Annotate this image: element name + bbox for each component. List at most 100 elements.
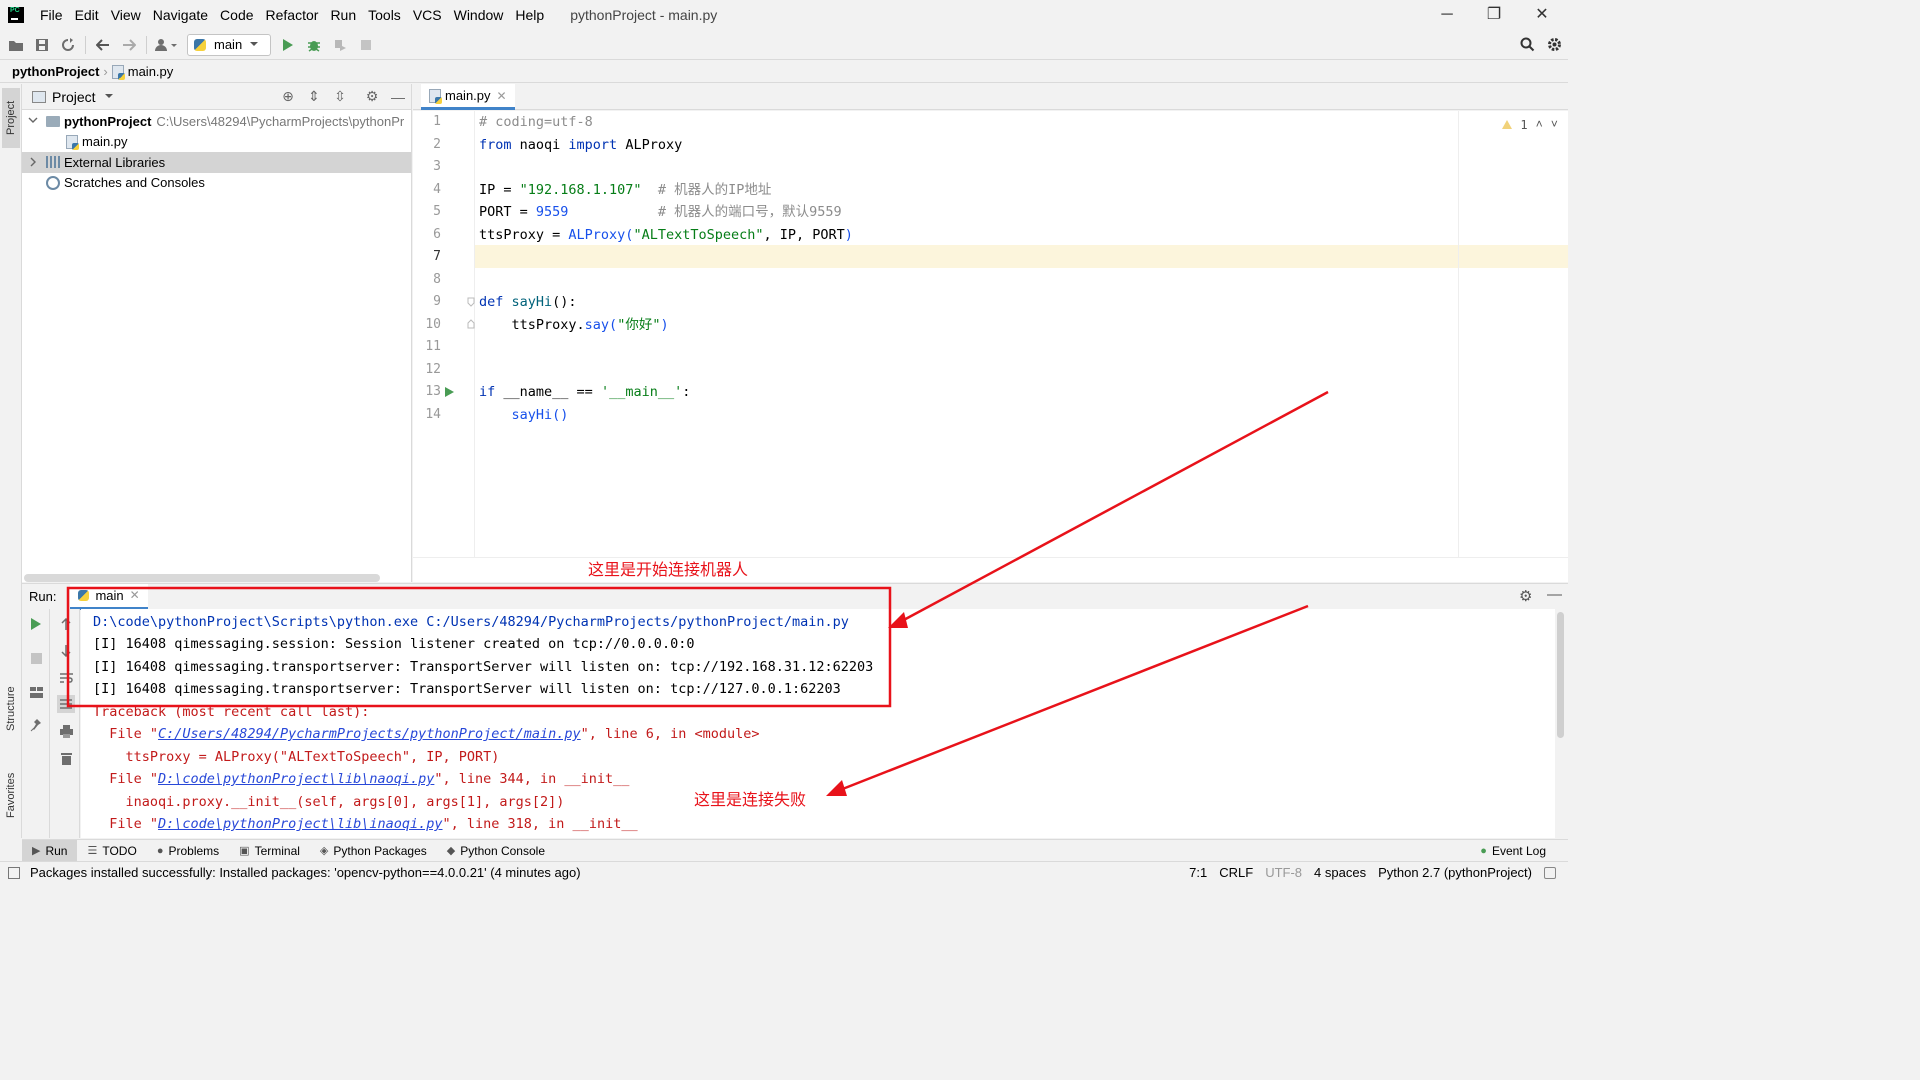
search-icon[interactable]	[1514, 32, 1540, 58]
run-tab-main[interactable]: main ✕	[70, 583, 148, 610]
open-folder-icon[interactable]	[3, 32, 29, 58]
editor-tab-main-py[interactable]: main.py ✕	[421, 84, 515, 110]
tool-window-bar: ▶ Run ☰ TODO ● Problems ▣ Terminal ◈ Python P…	[22, 839, 1568, 862]
menu-navigate[interactable]: Navigate	[147, 0, 214, 30]
soft-wrap-icon[interactable]	[57, 669, 75, 687]
traceback-link[interactable]: C:/Users/48294/PycharmProjects/pythonPro…	[158, 726, 581, 742]
window-title: pythonProject - main.py	[570, 7, 718, 23]
traceback-link[interactable]: D:\code\pythonProject\lib\inaoqi.py	[158, 816, 442, 832]
tree-item-main-py[interactable]: main.py	[22, 132, 411, 153]
sync-icon[interactable]	[55, 32, 81, 58]
trash-icon[interactable]	[57, 749, 75, 767]
locate-icon[interactable]: ⊕	[275, 88, 301, 105]
breadcrumb-file[interactable]: main.py	[128, 64, 174, 79]
menu-window[interactable]: Window	[448, 0, 510, 30]
tool-tab-python-packages[interactable]: ◈ Python Packages	[310, 840, 437, 862]
chevron-right-icon[interactable]	[26, 157, 44, 167]
console-line: [I] 16408 qimessaging.session: Session l…	[93, 636, 695, 652]
save-icon[interactable]	[29, 32, 55, 58]
tool-tab-run[interactable]: ▶ Run	[22, 839, 78, 862]
code-editor[interactable]: 1 2 3 4 5 6 7 8 9 10 11 12 13 14 # codin…	[413, 111, 1568, 557]
close-tab-icon[interactable]: ✕	[130, 588, 140, 602]
right-margin-guide	[1458, 111, 1459, 557]
close-tab-icon[interactable]: ✕	[497, 89, 507, 103]
run-console-output[interactable]: D:\code\pythonProject\Scripts\python.exe…	[81, 609, 1555, 838]
tree-item-scratches[interactable]: Scratches and Consoles	[22, 173, 411, 194]
restore-button[interactable]: ❐	[1471, 0, 1517, 30]
menu-refactor[interactable]: Refactor	[260, 0, 325, 30]
editor-tab-bar: main.py ✕	[413, 84, 1568, 110]
expand-all-icon[interactable]: ⇕	[301, 88, 327, 105]
gear-icon[interactable]: ⚙	[1519, 587, 1532, 605]
settings-gear-icon[interactable]	[1541, 32, 1567, 58]
coverage-icon[interactable]	[327, 32, 353, 58]
horizontal-scrollbar[interactable]	[24, 574, 380, 582]
forward-arrow-icon[interactable]	[116, 32, 142, 58]
layout-icon[interactable]	[27, 683, 45, 701]
print-icon[interactable]	[57, 722, 75, 740]
traceback-link[interactable]: D:\code\pythonProject\lib\naoqi.py	[158, 771, 434, 787]
project-panel-title[interactable]: Project	[52, 89, 96, 105]
structure-tool-tab[interactable]: Structure	[2, 674, 20, 744]
toggle-tool-windows-icon[interactable]	[8, 866, 20, 879]
warning-icon	[1502, 120, 1513, 129]
code-line-4: IP = "192.168.1.107" # 机器人的IP地址	[479, 182, 772, 198]
caret-position[interactable]: 7:1	[1183, 865, 1213, 880]
rerun-icon[interactable]	[27, 615, 45, 633]
menu-run[interactable]: Run	[324, 0, 362, 30]
tree-item-external-libraries[interactable]: External Libraries	[22, 152, 411, 173]
arrow-down-icon[interactable]	[57, 642, 75, 660]
console-scrollbar[interactable]	[1557, 612, 1564, 738]
hide-panel-icon[interactable]: —	[385, 89, 411, 105]
menu-file[interactable]: File	[34, 0, 69, 30]
run-configuration-select[interactable]: main	[187, 33, 272, 56]
menu-view[interactable]: View	[105, 0, 147, 30]
collapse-all-icon[interactable]: ⇳	[327, 88, 353, 105]
scroll-to-end-icon[interactable]	[57, 695, 75, 713]
tree-item-label: Scratches and Consoles	[64, 175, 205, 191]
tool-tab-event-log[interactable]: ● Event Log	[1470, 840, 1556, 862]
hide-panel-icon[interactable]: —	[1547, 586, 1562, 603]
user-dropdown-icon[interactable]	[151, 32, 183, 58]
project-tool-tab[interactable]: Project	[2, 88, 20, 148]
chevron-down-icon[interactable]: ˅	[1551, 117, 1558, 132]
chevron-up-icon[interactable]: ˄	[1536, 117, 1543, 132]
stop-icon[interactable]	[353, 32, 379, 58]
chevron-down-icon[interactable]	[26, 116, 44, 126]
menu-help[interactable]: Help	[509, 0, 550, 30]
favorites-tool-tab[interactable]: Favorites	[2, 760, 20, 830]
file-encoding[interactable]: UTF-8	[1259, 865, 1308, 880]
python-interpreter[interactable]: Python 2.7 (pythonProject)	[1372, 865, 1538, 880]
tool-tab-todo[interactable]: ☰ TODO	[77, 840, 146, 862]
tree-item-project-root[interactable]: pythonProject C:\Users\48294\PycharmProj…	[22, 111, 411, 132]
close-button[interactable]: ✕	[1519, 0, 1565, 30]
gear-icon[interactable]: ⚙	[359, 88, 385, 105]
main-toolbar: main	[0, 30, 1568, 60]
indent-setting[interactable]: 4 spaces	[1308, 865, 1372, 880]
python-icon	[194, 38, 206, 51]
fold-icon[interactable]	[467, 297, 475, 307]
menu-edit[interactable]: Edit	[69, 0, 105, 30]
run-icon[interactable]	[275, 32, 301, 58]
tool-tab-terminal[interactable]: ▣ Terminal	[229, 840, 310, 862]
chevron-down-icon[interactable]	[100, 92, 118, 102]
arrow-up-icon[interactable]	[57, 615, 75, 633]
code-line-1: # coding=utf-8	[479, 114, 593, 130]
stop-icon[interactable]	[27, 649, 45, 667]
back-arrow-icon[interactable]	[90, 32, 116, 58]
inspection-widget[interactable]: 1 ˄ ˅	[1502, 117, 1558, 132]
tool-tab-problems[interactable]: ● Problems	[147, 840, 229, 862]
menu-tools[interactable]: Tools	[362, 0, 407, 30]
breadcrumb-project[interactable]: pythonProject	[12, 64, 99, 79]
menu-code[interactable]: Code	[214, 0, 259, 30]
minimize-button[interactable]: ─	[1424, 0, 1470, 30]
debug-icon[interactable]	[301, 32, 327, 58]
pin-icon[interactable]	[27, 716, 45, 734]
line-separator[interactable]: CRLF	[1213, 865, 1259, 880]
tool-tab-python-console[interactable]: ◆ Python Console	[437, 840, 555, 862]
lock-icon[interactable]	[1544, 866, 1556, 879]
menu-vcs[interactable]: VCS	[407, 0, 448, 30]
status-message[interactable]: Packages installed successfully: Install…	[24, 865, 587, 880]
run-gutter-icon[interactable]	[445, 387, 454, 397]
fold-icon[interactable]	[467, 319, 475, 329]
